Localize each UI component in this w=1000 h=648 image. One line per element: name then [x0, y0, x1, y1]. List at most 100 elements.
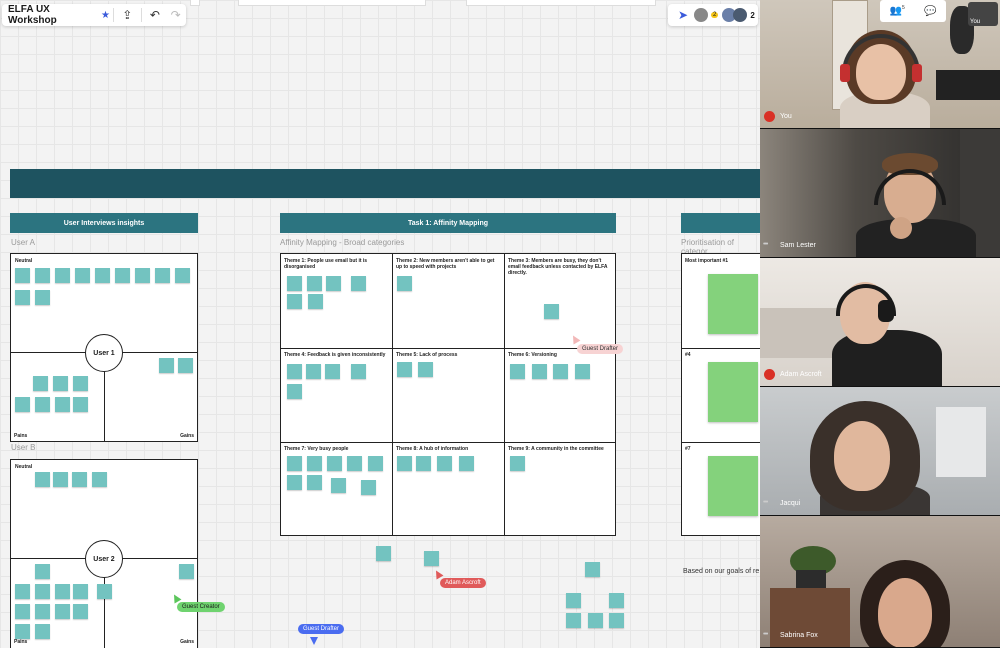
sticky-note[interactable] [308, 294, 323, 309]
sticky-note[interactable] [588, 613, 603, 628]
sticky-note[interactable] [35, 624, 50, 639]
more-options-icon[interactable]: ••• [763, 631, 768, 638]
sticky-note[interactable] [708, 362, 758, 422]
sticky-note[interactable] [397, 456, 412, 471]
sticky-note[interactable] [178, 358, 193, 373]
sticky-note[interactable] [115, 268, 130, 283]
sticky-note[interactable] [53, 376, 68, 391]
insights-header[interactable]: User Interviews insights [10, 213, 198, 233]
sticky-note[interactable] [708, 456, 758, 516]
sticky-note[interactable] [92, 472, 107, 487]
sticky-note[interactable] [437, 456, 452, 471]
sticky-note[interactable] [575, 364, 590, 379]
sticky-note[interactable] [15, 290, 30, 305]
video-tile-you[interactable]: 👥5 💬 You You [760, 0, 1000, 129]
sticky-note[interactable] [287, 475, 302, 490]
sticky-note[interactable] [97, 584, 112, 599]
sticky-note[interactable] [397, 276, 412, 291]
sticky-note[interactable] [15, 268, 30, 283]
sticky-note[interactable] [95, 268, 110, 283]
sticky-note[interactable] [351, 276, 366, 291]
affinity-grid[interactable]: Theme 1: People use email but it is diso… [280, 253, 616, 536]
sticky-note[interactable] [73, 584, 88, 599]
sticky-note[interactable] [55, 584, 70, 599]
sticky-note[interactable] [73, 397, 88, 412]
prioritisation-header[interactable] [681, 213, 760, 233]
sticky-note[interactable] [397, 362, 412, 377]
sticky-note[interactable] [609, 593, 624, 608]
sticky-note[interactable] [35, 472, 50, 487]
sticky-note[interactable] [73, 604, 88, 619]
empathy-frame-user-b[interactable]: Neutral User 2 Pains Gains [10, 459, 198, 648]
video-tile-sabrina[interactable]: ••• Sabrina Fox [760, 516, 1000, 648]
sticky-note[interactable] [55, 268, 70, 283]
more-options-icon[interactable]: ••• [763, 499, 768, 506]
sticky-note[interactable] [708, 274, 758, 334]
sticky-note[interactable] [307, 276, 322, 291]
sticky-note[interactable] [418, 362, 433, 377]
sticky-note[interactable] [326, 276, 341, 291]
more-options-icon[interactable]: ••• [763, 241, 768, 248]
chat-icon[interactable]: 💬 [924, 6, 936, 17]
sticky-note[interactable] [75, 268, 90, 283]
people-icon[interactable]: 👥5 [890, 5, 905, 16]
sticky-note[interactable] [179, 564, 194, 579]
sticky-note[interactable] [55, 604, 70, 619]
sticky-note[interactable] [15, 584, 30, 599]
user-circle[interactable]: User 2 [85, 540, 123, 578]
affinity-header[interactable]: Task 1: Affinity Mapping [280, 213, 616, 233]
whiteboard-canvas[interactable]: ELFA UX Workshop ★ ⇪ ↶ ↷ ➤ 2 2 User Inte… [0, 0, 760, 648]
video-tile-adam[interactable]: Adam Ascroft [760, 258, 1000, 387]
sticky-note[interactable] [325, 364, 340, 379]
sticky-note[interactable] [55, 397, 70, 412]
sticky-note[interactable] [73, 376, 88, 391]
sticky-note[interactable] [347, 456, 362, 471]
sticky-note[interactable] [287, 294, 302, 309]
sticky-note[interactable] [72, 472, 87, 487]
user-circle[interactable]: User 1 [85, 334, 123, 372]
avatar[interactable] [694, 8, 708, 22]
prioritisation-grid[interactable]: Most important #1 #4 #7 [681, 253, 760, 536]
sticky-note[interactable] [510, 456, 525, 471]
sticky-note[interactable] [35, 397, 50, 412]
sticky-note[interactable] [331, 478, 346, 493]
sticky-note[interactable] [35, 268, 50, 283]
star-icon[interactable]: ★ [101, 10, 110, 21]
sticky-note[interactable] [35, 290, 50, 305]
sticky-note[interactable] [416, 456, 431, 471]
empathy-frame-user-a[interactable]: Neutral User 1 Pains Gains [10, 253, 198, 442]
cursor-icon[interactable]: ➤ [672, 5, 694, 25]
sticky-note[interactable] [287, 364, 302, 379]
self-preview[interactable]: You [968, 2, 998, 26]
sticky-note[interactable] [15, 604, 30, 619]
sticky-note[interactable] [327, 456, 342, 471]
sticky-note[interactable] [306, 364, 321, 379]
sticky-note[interactable] [287, 456, 302, 471]
sticky-note[interactable] [307, 475, 322, 490]
sticky-note[interactable] [459, 456, 474, 471]
sticky-note[interactable] [361, 480, 376, 495]
avatar[interactable] [733, 8, 748, 22]
sticky-note[interactable] [35, 584, 50, 599]
sticky-note[interactable] [424, 551, 439, 566]
sticky-note[interactable] [609, 613, 624, 628]
sticky-note[interactable] [287, 276, 302, 291]
sticky-note[interactable] [553, 364, 568, 379]
sticky-note[interactable] [307, 456, 322, 471]
sticky-note[interactable] [566, 613, 581, 628]
sticky-note[interactable] [175, 268, 190, 283]
sticky-note[interactable] [287, 384, 302, 399]
sticky-note[interactable] [135, 268, 150, 283]
sticky-note[interactable] [532, 364, 547, 379]
sticky-note[interactable] [53, 472, 68, 487]
video-tile-sam[interactable]: ••• Sam Lester [760, 129, 1000, 258]
redo-icon[interactable]: ↷ [165, 5, 186, 25]
video-tile-jacqui[interactable]: ••• Jacqui [760, 387, 1000, 516]
undo-icon[interactable]: ↶ [145, 5, 166, 25]
sticky-note[interactable] [585, 562, 600, 577]
sticky-note[interactable] [35, 564, 50, 579]
upload-icon[interactable]: ⇪ [117, 5, 138, 25]
sticky-note[interactable] [566, 593, 581, 608]
sticky-note[interactable] [544, 304, 559, 319]
sticky-note[interactable] [155, 268, 170, 283]
